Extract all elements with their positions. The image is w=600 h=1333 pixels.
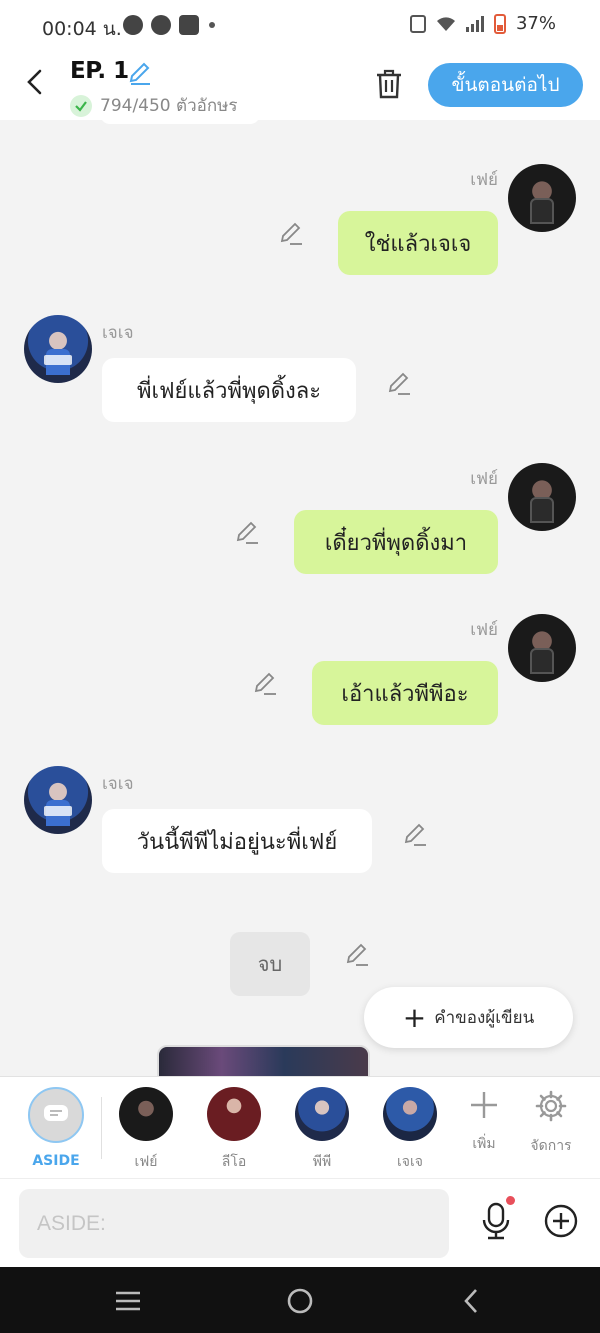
avatar xyxy=(207,1087,261,1141)
edit-title-pencil-icon[interactable] xyxy=(127,60,153,86)
manage-button[interactable]: จัดการ xyxy=(521,1089,581,1157)
avatar-jj[interactable] xyxy=(24,766,92,834)
back-nav-icon[interactable] xyxy=(456,1285,488,1317)
trash-icon[interactable] xyxy=(374,68,404,100)
character-label: เจเจ xyxy=(397,1154,423,1170)
vibrate-icon xyxy=(409,14,426,33)
speedometer-icon-2 xyxy=(151,15,171,35)
message-bubble[interactable]: เอ้าแล้วพีพีอะ xyxy=(312,661,498,725)
sender-name: เฟย์ xyxy=(470,620,498,640)
microphone-icon[interactable] xyxy=(479,1201,513,1241)
chat-area[interactable]: เฟย์ ใช่แล้วเจเจ เจเจ พี่เฟย์แล้วพี่พุดด… xyxy=(0,120,600,1076)
author-note-button[interactable]: + คำของผู้เขียน xyxy=(364,987,573,1048)
input-bar xyxy=(0,1178,600,1267)
battery-percent: 37% xyxy=(515,13,556,34)
notification-icons xyxy=(123,15,215,35)
message-input[interactable] xyxy=(19,1189,449,1258)
previous-bubble-edge xyxy=(100,120,260,124)
sender-name: เฟย์ xyxy=(470,469,498,489)
edit-pencil-icon[interactable] xyxy=(278,220,304,246)
signal-icon xyxy=(465,15,484,32)
aside-icon xyxy=(28,1087,84,1143)
character-leo[interactable]: ลีโอ xyxy=(204,1087,264,1173)
edit-pencil-icon[interactable] xyxy=(234,519,260,545)
character-aside[interactable]: ASIDE xyxy=(26,1087,86,1169)
manage-label: จัดการ xyxy=(530,1138,572,1154)
battery-icon xyxy=(493,13,506,34)
gear-icon xyxy=(535,1090,567,1122)
message-bubble[interactable]: พี่เฟย์แล้วพี่พุดดิ้งละ xyxy=(102,358,356,422)
character-jj[interactable]: เจเจ xyxy=(380,1087,440,1173)
image-thumbnail[interactable] xyxy=(157,1045,370,1076)
divider xyxy=(101,1097,102,1159)
wifi-icon xyxy=(436,16,455,31)
more-dot-icon xyxy=(209,22,215,28)
status-time: 00:04 น. xyxy=(42,18,122,40)
avatar-jj[interactable] xyxy=(24,315,92,383)
avatar xyxy=(119,1087,173,1141)
editor-header: EP. 1 794/450 ตัวอักษร ขั้นตอนต่อไป xyxy=(0,50,600,120)
edit-pencil-icon[interactable] xyxy=(386,370,412,396)
add-attachment-icon[interactable] xyxy=(543,1203,579,1239)
avatar-fei[interactable] xyxy=(508,614,576,682)
character-selector: ASIDE เฟย์ ลีโอ พีพี เจเจ เพิ่ม จัดการ xyxy=(0,1076,600,1178)
home-icon[interactable] xyxy=(284,1285,316,1317)
next-step-button[interactable]: ขั้นตอนต่อไป xyxy=(428,63,583,107)
character-label: เฟย์ xyxy=(134,1154,158,1170)
plus-icon xyxy=(471,1092,497,1118)
sender-name: เจเจ xyxy=(102,323,134,343)
plus-icon: + xyxy=(402,1000,427,1034)
end-marker[interactable]: จบ xyxy=(230,932,310,996)
add-label: เพิ่ม xyxy=(472,1136,496,1152)
add-character-button[interactable]: เพิ่ม xyxy=(454,1089,514,1155)
message-bubble[interactable]: วันนี้พีพีไม่อยู่นะพี่เฟย์ xyxy=(102,809,372,873)
system-icons: 37% xyxy=(409,13,556,34)
edit-pencil-icon[interactable] xyxy=(252,670,278,696)
message-bubble[interactable]: ใช่แล้วเจเจ xyxy=(338,211,498,275)
edit-pencil-icon[interactable] xyxy=(402,821,428,847)
character-label: ASIDE xyxy=(32,1153,80,1169)
system-nav-bar xyxy=(0,1267,600,1333)
speedometer-icon xyxy=(123,15,143,35)
sender-name: เฟย์ xyxy=(470,170,498,190)
edit-pencil-icon[interactable] xyxy=(344,941,370,967)
recent-apps-icon[interactable] xyxy=(112,1285,144,1317)
character-pp[interactable]: พีพี xyxy=(292,1087,352,1173)
character-label: ลีโอ xyxy=(221,1154,247,1170)
episode-title: EP. 1 xyxy=(70,58,129,84)
message-bubble[interactable]: เดี๋ยวพี่พุดดิ้งมา xyxy=(294,510,498,574)
author-note-label: คำของผู้เขียน xyxy=(434,1008,535,1028)
character-label: พีพี xyxy=(312,1154,332,1170)
character-fei[interactable]: เฟย์ xyxy=(116,1087,176,1173)
check-icon xyxy=(70,94,92,117)
recording-dot xyxy=(506,1196,515,1205)
avatar xyxy=(295,1087,349,1141)
avatar-fei[interactable] xyxy=(508,463,576,531)
character-count: 794/450 ตัวอักษร xyxy=(70,92,237,119)
avatar xyxy=(383,1087,437,1141)
avatar-fei[interactable] xyxy=(508,164,576,232)
back-arrow-icon[interactable] xyxy=(20,66,52,98)
character-count-text: 794/450 ตัวอักษร xyxy=(100,96,238,116)
bag-icon xyxy=(179,15,199,35)
status-bar: 00:04 น. 37% xyxy=(0,0,600,50)
sender-name: เจเจ xyxy=(102,774,134,794)
